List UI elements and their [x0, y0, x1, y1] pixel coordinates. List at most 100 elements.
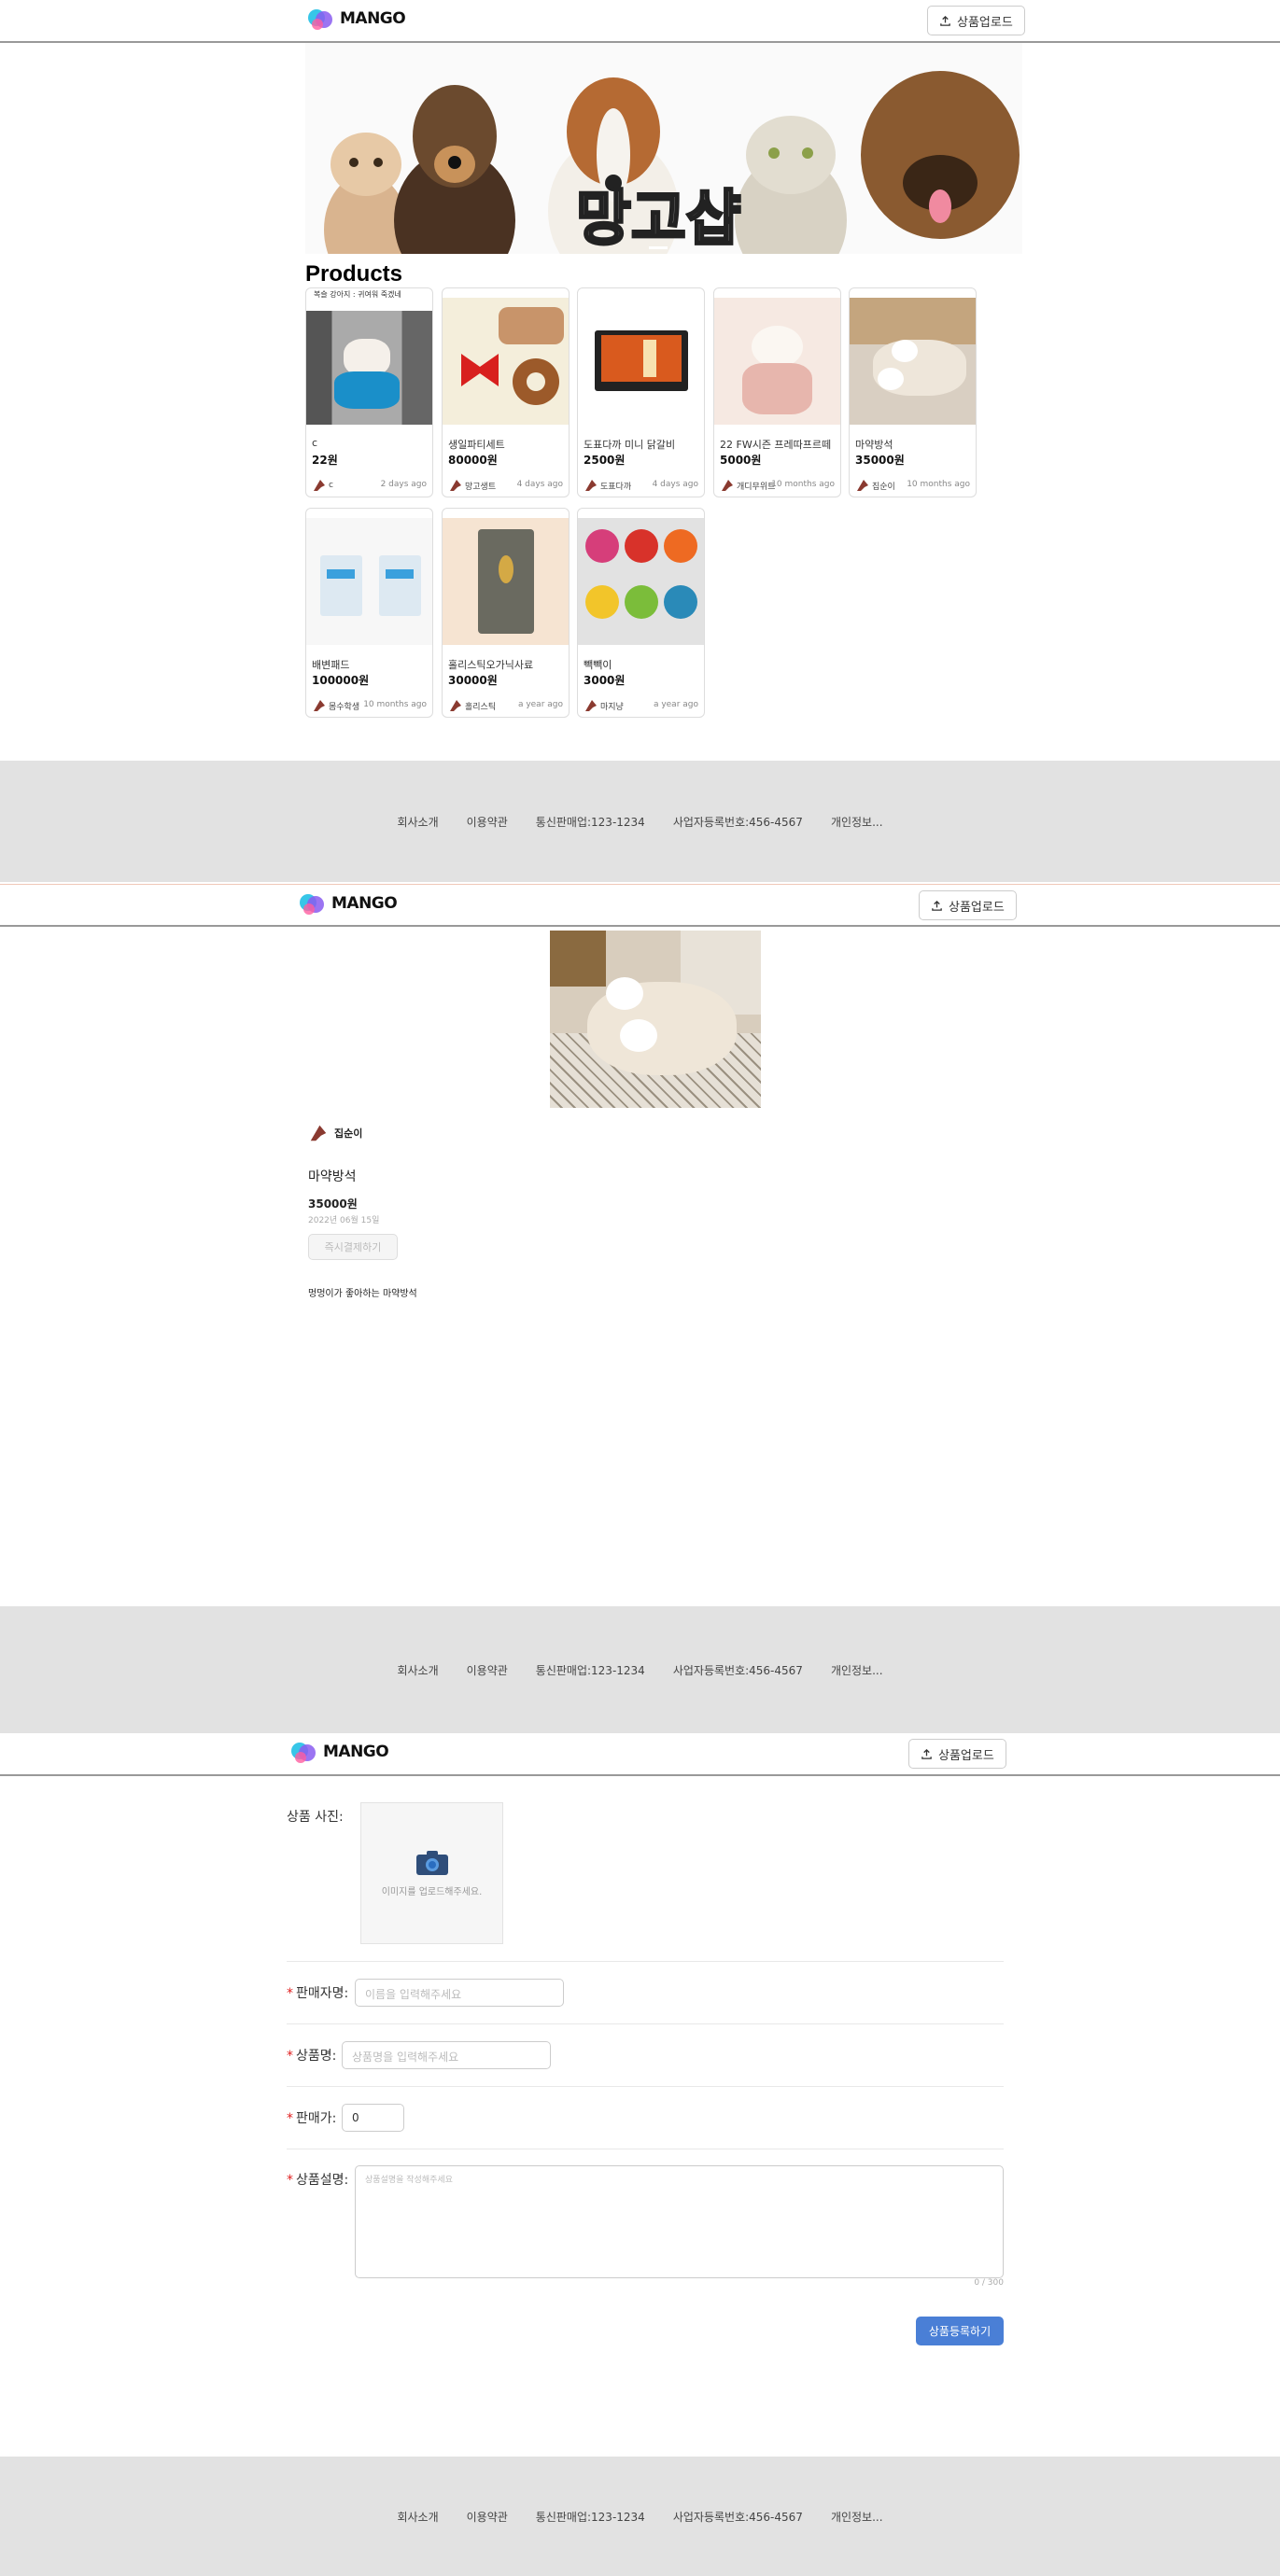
product-card[interactable]: 배변패드 100000원 몸수학생 10 months ago	[305, 508, 433, 718]
product-card[interactable]: 빽빽이 3000원 마지냥 a year ago	[577, 508, 705, 718]
footer: 회사소개 이용약관 통신판매업:123-1234 사업자등록번호:456-456…	[0, 2457, 1280, 2576]
price-input[interactable]: 0	[342, 2104, 404, 2132]
price-label: * 판매가:	[287, 2111, 337, 2126]
product-price: 5000원	[720, 454, 762, 467]
product-name: 빽빽이	[584, 659, 612, 671]
product-image	[443, 298, 569, 425]
footer-link-about[interactable]: 회사소개	[397, 2509, 438, 2525]
upload-button-label: 상품업로드	[938, 1748, 994, 1763]
product-date: 10 months ago	[363, 700, 427, 709]
product-price: 80000원	[448, 454, 498, 467]
product-date: 4 days ago	[652, 480, 698, 489]
avatar-icon	[450, 480, 461, 491]
description-counter: 0 / 300	[974, 2278, 1004, 2288]
footer-link-about[interactable]: 회사소개	[397, 1662, 438, 1678]
form-divider	[287, 2023, 1004, 2024]
upload-icon	[932, 900, 942, 911]
product-name-input[interactable]: 상품명을 입력해주세요	[342, 2041, 551, 2069]
footer-link-privacy[interactable]: 개인정보...	[831, 814, 883, 830]
buy-now-label: 즉시결제하기	[324, 1241, 382, 1253]
product-price: 3000원	[584, 674, 626, 687]
product-image	[850, 298, 976, 425]
product-card[interactable]: 마약방석 35000원 집순이 10 months ago	[849, 287, 977, 497]
footer-link-about[interactable]: 회사소개	[397, 814, 438, 830]
upload-product-button[interactable]: 상품업로드	[919, 890, 1017, 920]
product-card[interactable]: 도표다까 미니 닭갈비 2500원 도표다까 4 days ago	[577, 287, 705, 497]
seller-name: 몸수학생	[329, 702, 360, 712]
product-card[interactable]: 22 FW시즌 프레따프르떼 5000원 개디무위트 10 months ago	[713, 287, 841, 497]
seller-name: 집순이	[872, 482, 895, 492]
avatar-icon	[857, 480, 868, 491]
footer-link-privacy[interactable]: 개인정보...	[831, 2509, 883, 2525]
product-date: 4 days ago	[516, 480, 563, 489]
photo-label: 상품 사진:	[287, 1810, 344, 1825]
submit-product-button[interactable]: 상품등록하기	[916, 2317, 1004, 2345]
description-textarea[interactable]: 상품설명을 작성해주세요	[355, 2165, 1004, 2278]
seller-label-text: 판매자명:	[296, 1986, 349, 2001]
logo[interactable]: MANGO	[291, 1741, 389, 1763]
footer: 회사소개 이용약관 통신판매업:123-1234 사업자등록번호:456-456…	[0, 1606, 1280, 1733]
product-date: 10 months ago	[771, 480, 835, 489]
product-card[interactable]: 홀리스틱오가닉사료 30000원 홀리스틱 a year ago	[442, 508, 570, 718]
footer-link-business[interactable]: 사업자등록번호:456-4567	[673, 1662, 803, 1678]
product-card[interactable]: 생일파티세트 80000원 망고생트 4 days ago	[442, 287, 570, 497]
upload-icon	[921, 1748, 932, 1759]
name-label-text: 상품명:	[296, 2049, 337, 2064]
hero-banner[interactable]: 망고샵	[305, 43, 1022, 254]
product-seller: 몸수학생	[312, 698, 359, 713]
footer-link-business[interactable]: 사업자등록번호:456-4567	[673, 814, 803, 830]
banner-pets-image: 망고샵	[305, 43, 1022, 254]
product-seller: 망고생트	[448, 478, 496, 493]
logo[interactable]: MANGO	[308, 7, 406, 30]
logo-text: MANGO	[331, 894, 398, 913]
form-divider	[287, 2086, 1004, 2087]
footer-link-business[interactable]: 사업자등록번호:456-4567	[673, 2509, 803, 2525]
logo-text: MANGO	[323, 1743, 389, 1761]
seller-name-input[interactable]: 이름을 입력해주세요	[355, 1979, 564, 2007]
product-caption: 복슬 강아지 : 귀여워 죽겠네	[314, 290, 401, 299]
logo[interactable]: MANGO	[300, 892, 398, 915]
product-card[interactable]: 복슬 강아지 : 귀여워 죽겠네 c 22원 c 2 days ago	[305, 287, 433, 497]
desc-label-text: 상품설명:	[296, 2173, 349, 2188]
product-image	[578, 298, 704, 425]
seller-name: c	[329, 481, 333, 490]
avatar-icon	[310, 1125, 327, 1141]
detail-description: 멍멍이가 좋아하는 마약방석	[308, 1289, 417, 1299]
avatar-icon	[450, 700, 461, 711]
detail-product-price: 35000원	[308, 1197, 358, 1211]
footer-link-terms[interactable]: 이용약관	[467, 2509, 508, 2525]
photo-upload-area[interactable]: 이미지를 업로드해주세요.	[360, 1802, 503, 1944]
product-name: 홀리스틱오가닉사료	[448, 659, 534, 671]
header-main: MANGO 상품업로드	[0, 0, 1280, 43]
product-name: 22 FW시즌 프레따프르떼	[720, 439, 832, 451]
seller-name: 개디무위트	[737, 482, 776, 492]
footer-link-ecommerce[interactable]: 통신판매업:123-1234	[536, 1662, 645, 1678]
footer: 회사소개 이용약관 통신판매업:123-1234 사업자등록번호:456-456…	[0, 761, 1280, 882]
product-name: 도표다까 미니 닭갈비	[584, 439, 676, 451]
avatar-icon	[314, 480, 325, 491]
footer-link-terms[interactable]: 이용약관	[467, 814, 508, 830]
product-name: 배변패드	[312, 659, 350, 671]
footer-link-ecommerce[interactable]: 통신판매업:123-1234	[536, 2509, 645, 2525]
upload-product-button[interactable]: 상품업로드	[908, 1739, 1006, 1769]
detail-seller-name: 집순이	[334, 1127, 363, 1140]
footer-link-terms[interactable]: 이용약관	[467, 1662, 508, 1678]
header-upload: MANGO 상품업로드	[0, 1733, 1280, 1776]
footer-link-privacy[interactable]: 개인정보...	[831, 1662, 883, 1678]
product-image	[306, 518, 432, 645]
product-name: 생일파티세트	[448, 439, 505, 451]
mango-logo-icon	[300, 892, 326, 915]
product-price: 35000원	[855, 454, 905, 467]
upload-product-button[interactable]: 상품업로드	[927, 6, 1025, 35]
submit-label: 상품등록하기	[928, 2325, 992, 2338]
product-price: 22원	[312, 454, 338, 467]
product-seller: 홀리스틱	[448, 698, 496, 713]
product-seller: 마지냥	[584, 698, 624, 713]
product-date: 2 days ago	[380, 480, 427, 489]
footer-link-ecommerce[interactable]: 통신판매업:123-1234	[536, 814, 645, 830]
product-date: 10 months ago	[907, 480, 970, 489]
buy-now-button[interactable]: 즉시결제하기	[308, 1234, 398, 1260]
logo-text: MANGO	[340, 9, 406, 28]
product-price: 2500원	[584, 454, 626, 467]
seller-label: * 판매자명:	[287, 1986, 349, 2001]
